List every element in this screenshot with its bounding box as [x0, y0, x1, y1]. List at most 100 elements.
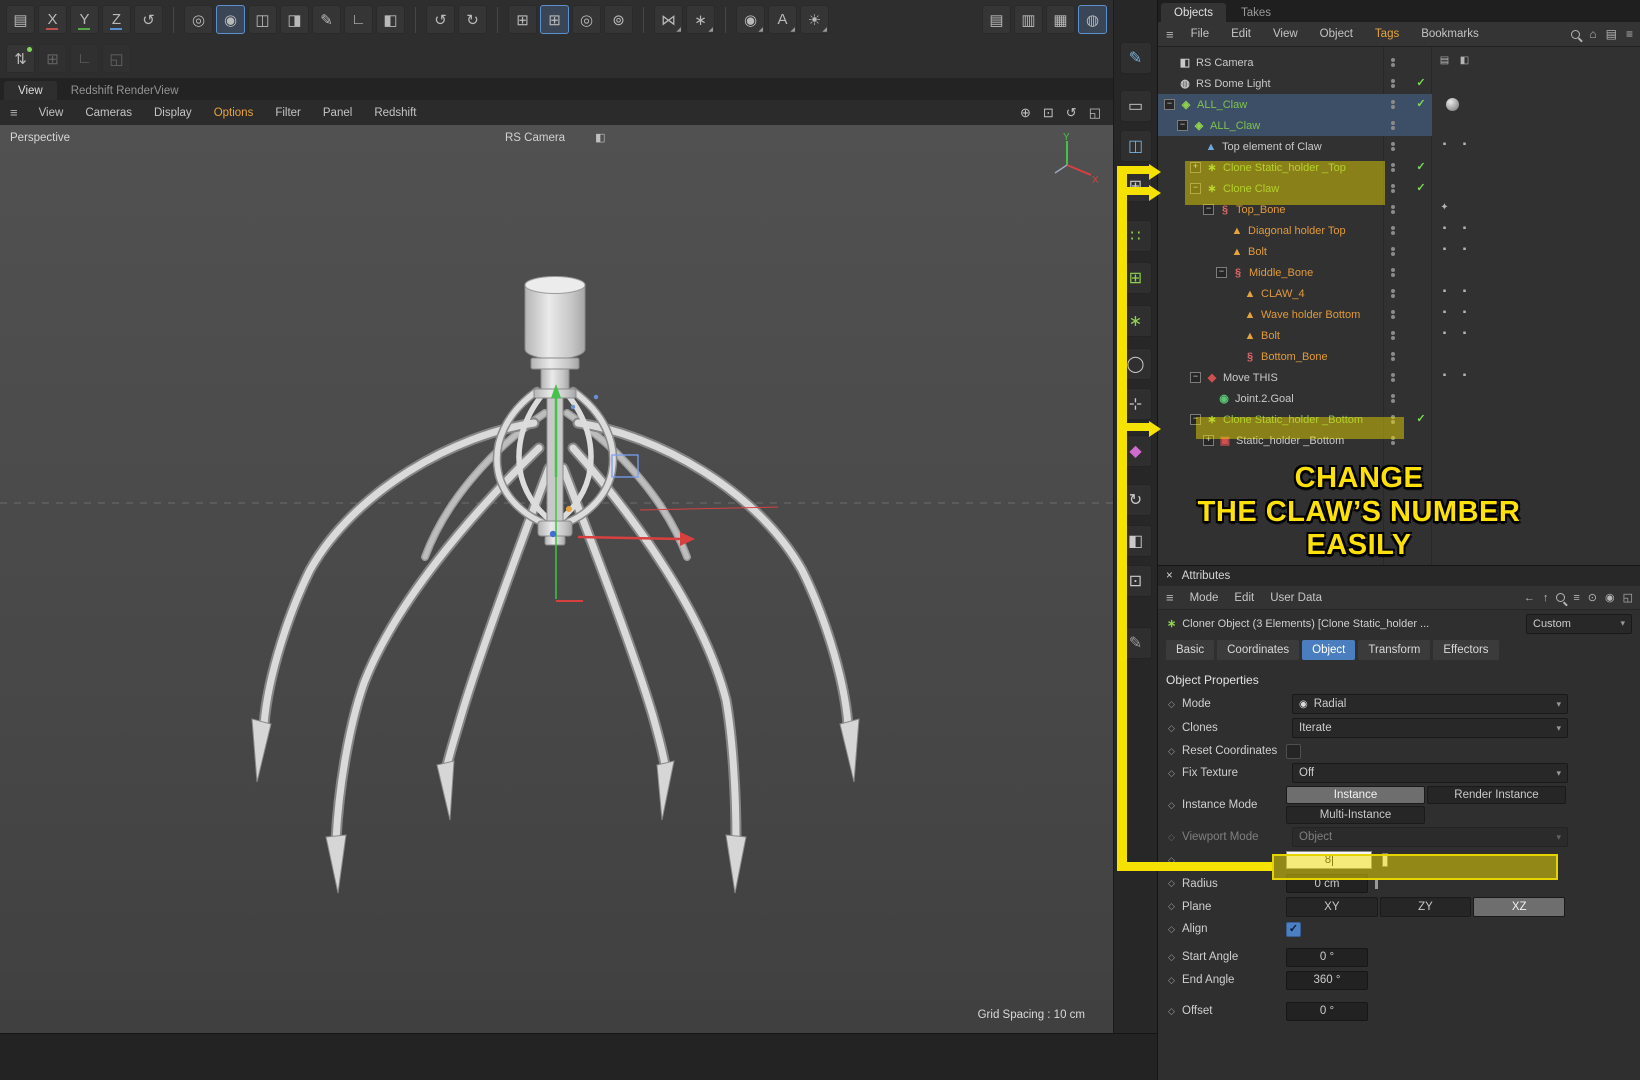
search-icon[interactable] — [1556, 593, 1566, 602]
sq-tag-icon[interactable]: ▪ — [1458, 286, 1471, 297]
visibility-dots[interactable] — [1391, 225, 1395, 236]
om-menu-bookmarks[interactable]: Bookmarks — [1410, 28, 1490, 40]
attr-tab-coordinates[interactable]: Coordinates — [1217, 640, 1300, 660]
redo-icon[interactable]: ↻ — [458, 5, 487, 34]
camera-tool-icon[interactable]: ◧ — [1119, 525, 1152, 557]
tab-objects[interactable]: Objects — [1161, 3, 1226, 22]
folder-icon[interactable]: ▤ — [1606, 27, 1617, 41]
axis-x-button[interactable]: X — [38, 5, 67, 34]
tree-row[interactable]: ▲ Wave holder Bottom ▪ ▪ — [1158, 304, 1640, 325]
sq-tag-icon[interactable]: ▪ — [1458, 223, 1471, 234]
tree-row[interactable]: ▲ Bolt ▪ ▪ — [1158, 241, 1640, 262]
menu-options[interactable]: Options — [203, 107, 265, 119]
sq-tag-icon[interactable]: ▪ — [1438, 223, 1451, 234]
sq-tag-icon[interactable]: ▪ — [1438, 286, 1451, 297]
enabled-check-icon[interactable]: ✓ — [1414, 160, 1428, 173]
slider-handle[interactable] — [1382, 853, 1388, 867]
plane-switch-xy[interactable]: XY — [1286, 896, 1378, 917]
hamburger-icon[interactable]: ≡ — [0, 105, 28, 120]
tree-expander[interactable]: − — [1190, 183, 1201, 194]
visibility-dots[interactable] — [1391, 57, 1395, 68]
tree-row[interactable]: § Bottom_Bone — [1158, 346, 1640, 367]
polygons-mode-icon[interactable]: ⊞ — [1119, 262, 1152, 294]
om-menu-view[interactable]: View — [1262, 28, 1309, 40]
start-angle-input[interactable]: 0 ° — [1286, 947, 1368, 967]
sq-tag-icon[interactable]: ▪ — [1458, 328, 1471, 339]
axis-z-button[interactable]: Z — [102, 5, 131, 34]
layout-icon[interactable]: ◱ — [102, 44, 131, 73]
om-menu-file[interactable]: File — [1180, 28, 1221, 40]
nav-up-icon[interactable]: ↑ — [1543, 592, 1549, 604]
render-instance-button[interactable]: Render Instance — [1427, 786, 1566, 804]
tree-expander[interactable]: − — [1203, 204, 1214, 215]
mode-select[interactable]: ◉ Radial ▾ — [1292, 694, 1568, 714]
ring-icon[interactable]: ◎ — [572, 5, 601, 34]
visibility-dots[interactable] — [1391, 435, 1395, 446]
tree-row[interactable]: ◉ Joint.2.Goal — [1158, 388, 1640, 409]
gear-icon[interactable]: ∗ — [1119, 305, 1152, 337]
prism-mode-icon[interactable]: ◨ — [280, 5, 309, 34]
visibility-dots[interactable] — [1391, 120, 1395, 131]
sq-tag-icon[interactable]: ▪ — [1438, 307, 1451, 318]
slider-handle[interactable] — [1375, 878, 1378, 889]
rectangle-tool-icon[interactable]: ▭ — [1119, 90, 1152, 122]
reset-coordinates-checkbox[interactable] — [1286, 743, 1301, 759]
frame-icon[interactable]: ⊡ — [1043, 105, 1054, 121]
lock-icon[interactable]: ⊙ — [1588, 591, 1597, 604]
count-input[interactable]: 8 — [1286, 851, 1372, 869]
tree-row[interactable]: − § Top_Bone ✦ — [1158, 199, 1640, 220]
light-icon[interactable]: ☀ ◢ — [800, 5, 829, 34]
cam-tag-icon[interactable]: ◧ — [1458, 55, 1471, 66]
om-menu-tags[interactable]: Tags — [1364, 28, 1410, 40]
save-icon[interactable]: ▤ — [6, 5, 35, 34]
visibility-dots[interactable] — [1391, 414, 1395, 425]
film-tag-icon[interactable]: ▤ — [1438, 55, 1451, 66]
sq-tag-icon[interactable]: ▪ — [1438, 139, 1451, 150]
render-settings-icon[interactable]: ▥ — [1014, 5, 1043, 34]
spline-pen-icon[interactable]: ✎ — [1119, 42, 1152, 74]
split-view-icon[interactable]: ◧ — [376, 5, 405, 34]
menu-display[interactable]: Display — [143, 107, 203, 119]
add-object-icon[interactable]: ⊞ — [38, 44, 67, 73]
mirror-tool-icon[interactable]: ⋈ ◢ — [654, 5, 683, 34]
attr-tab-effectors[interactable]: Effectors — [1433, 640, 1499, 660]
tree-row[interactable]: ◍ RS Dome Light ✓ — [1158, 73, 1640, 94]
sq-tag-icon[interactable]: ▪ — [1438, 244, 1451, 255]
target-mode-icon[interactable]: ◎ — [184, 5, 213, 34]
cube-mode-icon[interactable]: ◫ — [248, 5, 277, 34]
om-menu-object[interactable]: Object — [1309, 28, 1364, 40]
filter-icon[interactable]: ≡ — [1573, 592, 1579, 604]
undo-icon[interactable]: ↺ — [426, 5, 455, 34]
corner-tool-icon[interactable]: ∟ — [344, 5, 373, 34]
tree-row[interactable]: ▲ Top element of Claw ▪ ▪ — [1158, 136, 1640, 157]
visibility-dots[interactable] — [1391, 183, 1395, 194]
camera-swap-icon[interactable]: ◧ — [595, 131, 605, 144]
visibility-dots[interactable] — [1391, 141, 1395, 152]
popout-icon[interactable]: ◱ — [1623, 591, 1633, 604]
tree-row[interactable]: − ∗ Clone Static_holder _Bottom ✓ — [1158, 409, 1640, 430]
menu-cameras[interactable]: Cameras — [74, 107, 143, 119]
tree-row[interactable]: − ◆ Move THIS ▪ ▪ — [1158, 367, 1640, 388]
nav-back-icon[interactable]: ← — [1524, 592, 1535, 604]
radius-input[interactable]: 0 cm — [1286, 874, 1368, 893]
offset-input[interactable]: 0 ° — [1286, 1001, 1368, 1021]
attr-tab-object[interactable]: Object — [1302, 640, 1356, 660]
circle-tool-icon[interactable]: ◯ — [1119, 348, 1152, 380]
menu-panel[interactable]: Panel — [312, 107, 363, 119]
tab-view[interactable]: View — [4, 81, 57, 100]
hamburger-icon[interactable]: ≡ — [1166, 590, 1174, 605]
render-queue-icon[interactable]: ▦ — [1046, 5, 1075, 34]
close-icon[interactable]: × — [1166, 570, 1173, 582]
tree-row[interactable]: − § Middle_Bone — [1158, 262, 1640, 283]
search-icon[interactable] — [1571, 29, 1581, 39]
tab-takes[interactable]: Takes — [1228, 3, 1284, 22]
clones-select[interactable]: Iterate ▾ — [1292, 718, 1568, 738]
edit-cube-icon[interactable]: ✎ — [312, 5, 341, 34]
menu-filter[interactable]: Filter — [264, 107, 312, 119]
tree-row[interactable]: ▲ Diagonal holder Top ▪ ▪ — [1158, 220, 1640, 241]
render-view-icon[interactable]: ▤ — [982, 5, 1011, 34]
joint-tag-icon[interactable]: ✦ — [1438, 202, 1451, 213]
visibility-dots[interactable] — [1391, 372, 1395, 383]
enabled-check-icon[interactable]: ✓ — [1414, 76, 1428, 89]
tree-row[interactable]: ▲ CLAW_4 ▪ ▪ — [1158, 283, 1640, 304]
